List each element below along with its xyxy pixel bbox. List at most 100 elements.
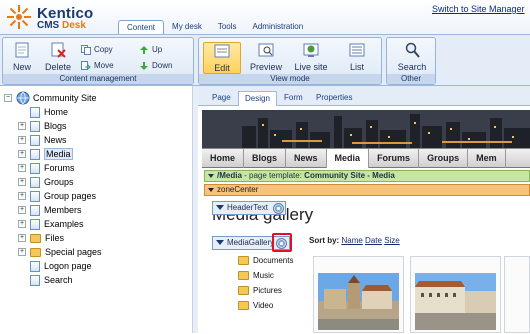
tree-item-label: Logon page [44, 261, 92, 271]
page-icon [30, 120, 40, 132]
tree-item[interactable]: Home [18, 105, 68, 119]
content-management-label: Content management [3, 74, 193, 84]
tree-root[interactable]: − Community Site [4, 91, 97, 105]
media-thumbnail[interactable] [410, 256, 501, 333]
switch-to-site-manager-link[interactable]: Switch to Site Manager [432, 4, 525, 14]
tab-page[interactable]: Page [206, 91, 237, 106]
media-thumbnail[interactable] [504, 256, 530, 333]
template-arrow-icon[interactable] [208, 174, 214, 178]
move-label: Move [94, 61, 114, 70]
up-button[interactable]: Up [139, 43, 162, 56]
sort-size-link[interactable]: Size [384, 236, 400, 245]
tab-administration[interactable]: Administration [245, 20, 312, 34]
expand-toggle[interactable]: + [18, 220, 26, 228]
new-button[interactable]: New [5, 42, 39, 74]
search-label: Search [397, 62, 427, 72]
nav-media[interactable]: Media [326, 149, 370, 168]
expand-toggle[interactable]: + [18, 178, 26, 186]
live-site-button[interactable]: Live site [291, 42, 331, 74]
copy-icon [81, 44, 91, 55]
new-label: New [12, 62, 31, 72]
delete-label: Delete [44, 62, 71, 72]
tree-item[interactable]: + Groups [18, 175, 74, 189]
tree-item[interactable]: Search [18, 273, 73, 287]
highlight-box [272, 233, 292, 252]
expand-toggle[interactable]: + [18, 150, 26, 158]
copy-button[interactable]: Copy [81, 43, 113, 56]
page-subtabs: Page Design Form Properties [198, 86, 530, 106]
zone-bar[interactable]: zoneCenter [204, 184, 530, 196]
template-label: - page template: [241, 171, 305, 180]
media-folder[interactable]: Music [238, 269, 274, 282]
tab-tools[interactable]: Tools [210, 20, 245, 34]
mediagallery-webpart-label: MediaGallery [227, 238, 275, 247]
zone-arrow-icon[interactable] [208, 188, 214, 192]
nav-news[interactable]: News [286, 149, 327, 168]
nav-forums[interactable]: Forums [369, 149, 420, 168]
move-button[interactable]: Move [81, 59, 114, 72]
preview-button[interactable]: Preview [247, 42, 285, 74]
tree-item[interactable]: + News [18, 133, 67, 147]
page-icon [30, 274, 40, 286]
page-icon [30, 204, 40, 216]
down-button[interactable]: Down [139, 59, 172, 72]
expand-toggle[interactable]: + [18, 122, 26, 130]
page-icon [30, 162, 40, 174]
collapse-toggle[interactable]: − [4, 94, 12, 102]
nav-members[interactable]: Mem [468, 149, 506, 168]
media-folder-label: Pictures [253, 286, 282, 295]
tree-item-label: Forums [44, 163, 75, 173]
list-button[interactable]: List [339, 42, 375, 74]
sort-date-link[interactable]: Date [365, 236, 382, 245]
delete-button[interactable]: Delete [41, 42, 75, 74]
media-folder[interactable]: Video [238, 299, 273, 312]
page-icon [30, 106, 40, 118]
expand-toggle[interactable]: + [18, 248, 26, 256]
tree-item[interactable]: + Group pages [18, 189, 96, 203]
list-label: List [349, 62, 364, 72]
live-site-label: Live site [294, 62, 328, 72]
nav-groups[interactable]: Groups [419, 149, 469, 168]
expand-toggle[interactable]: + [18, 136, 26, 144]
expand-toggle[interactable]: + [18, 206, 26, 214]
arrow-down-icon [140, 61, 148, 70]
arrow-up-icon [140, 45, 148, 54]
expand-toggle[interactable]: + [18, 164, 26, 172]
webpart-arrow-icon[interactable] [216, 205, 224, 210]
nav-home[interactable]: Home [202, 149, 245, 168]
expand-toggle[interactable]: + [18, 234, 26, 242]
tree-item[interactable]: + Files [18, 231, 64, 245]
tree-item[interactable]: + Examples [18, 217, 84, 231]
media-folder[interactable]: Pictures [238, 284, 282, 297]
tab-properties[interactable]: Properties [310, 91, 358, 106]
tree-item[interactable]: + Forums [18, 161, 75, 175]
tab-content[interactable]: Content [118, 20, 165, 34]
edit-button[interactable]: Edit [203, 42, 241, 74]
delete-icon [51, 42, 66, 58]
webpart-arrow-icon[interactable] [216, 240, 224, 245]
tree-item-label: Members [44, 205, 82, 215]
tree-root-label: Community Site [33, 93, 97, 103]
tab-form[interactable]: Form [278, 91, 309, 106]
tree-item[interactable]: + Media [18, 147, 73, 161]
expand-toggle[interactable]: + [18, 192, 26, 200]
page-icon [30, 190, 40, 202]
ribbon: New Delete Copy Move Up Down Content man… [0, 34, 530, 86]
tree-item[interactable]: + Blogs [18, 119, 67, 133]
headertext-webpart-header[interactable]: HeaderText [212, 201, 286, 215]
page-icon [30, 134, 40, 146]
tree-item[interactable]: + Special pages [18, 245, 102, 259]
search-button[interactable]: Search [393, 42, 431, 74]
tab-my-desk[interactable]: My desk [164, 20, 210, 34]
media-thumbnail[interactable] [313, 256, 404, 333]
gear-icon[interactable] [273, 203, 284, 214]
page-template-bar[interactable]: /Media - page template: Community Site -… [204, 170, 530, 182]
media-folder[interactable]: Documents [238, 254, 293, 267]
tab-design[interactable]: Design [238, 91, 277, 106]
sort-name-link[interactable]: Name [341, 236, 362, 245]
tree-item[interactable]: Logon page [18, 259, 92, 273]
tree-item[interactable]: + Members [18, 203, 82, 217]
globe-icon [16, 91, 30, 105]
nav-blogs[interactable]: Blogs [244, 149, 287, 168]
page-icon [30, 218, 40, 230]
